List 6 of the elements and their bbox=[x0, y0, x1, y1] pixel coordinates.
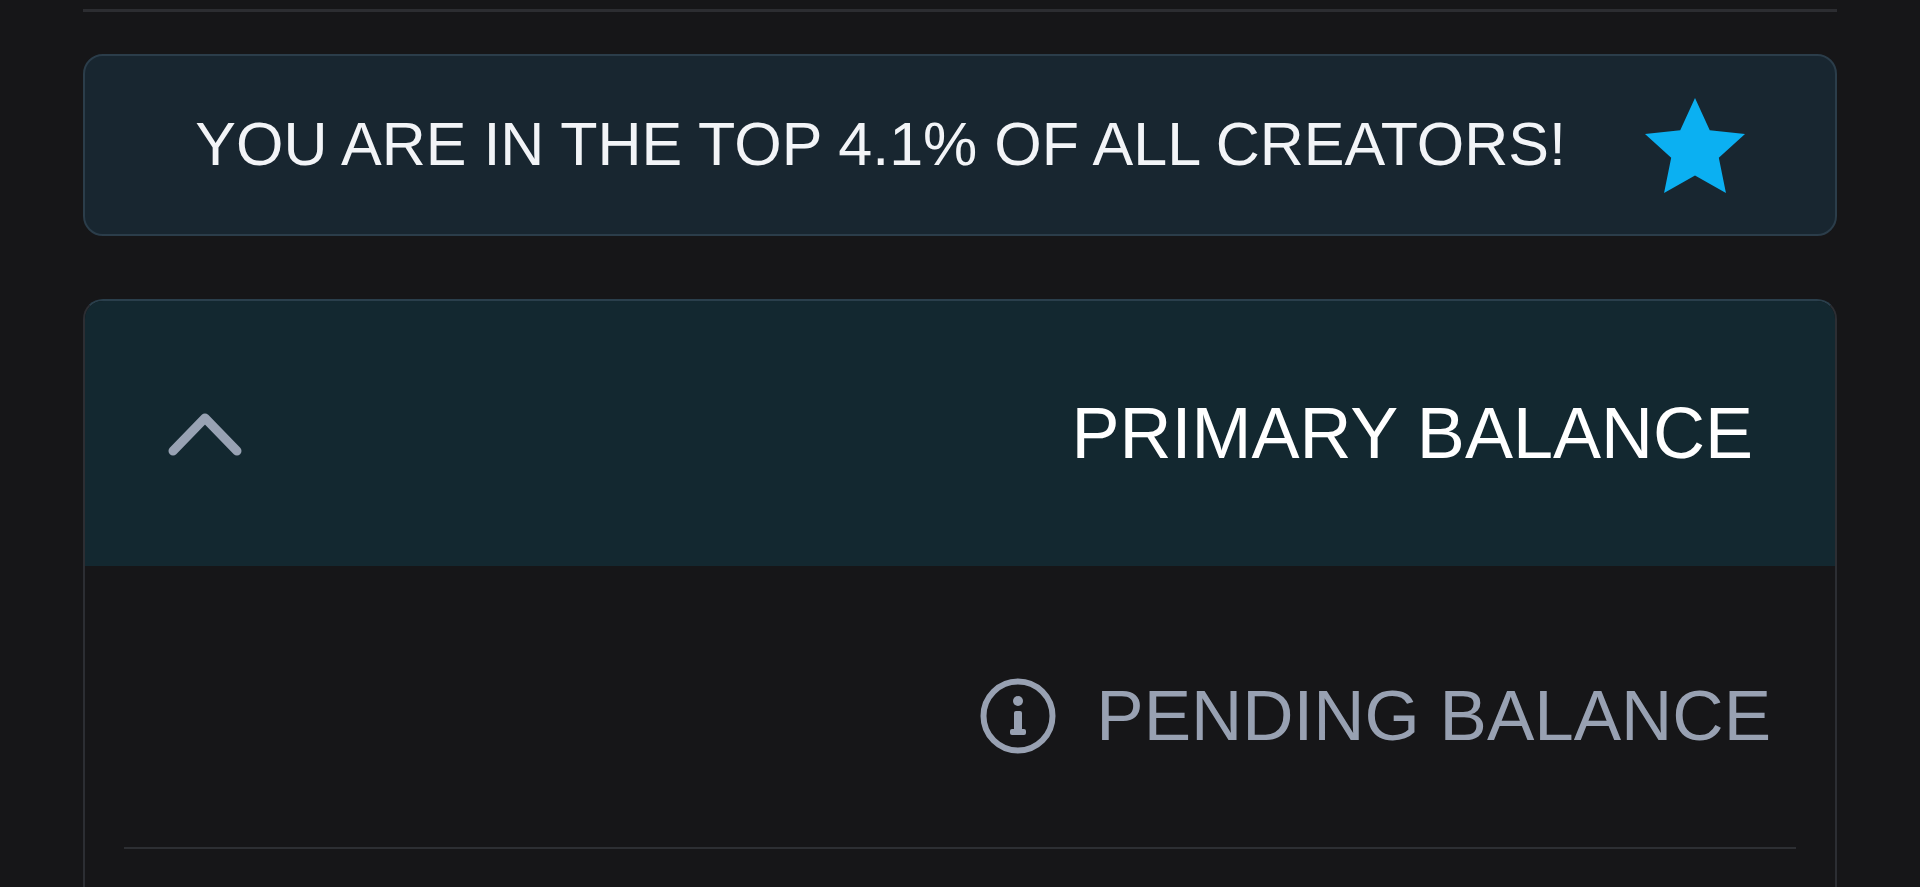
star-icon bbox=[1645, 97, 1745, 193]
pending-balance-label: PENDING BALANCE bbox=[1096, 675, 1771, 757]
info-icon[interactable] bbox=[980, 677, 1057, 754]
achievement-text: YOU ARE IN THE TOP 4.1% OF ALL CREATORS! bbox=[195, 109, 1566, 181]
chevron-icon bbox=[168, 411, 242, 456]
balance-header[interactable]: PRIMARY BALANCE bbox=[85, 301, 1835, 566]
